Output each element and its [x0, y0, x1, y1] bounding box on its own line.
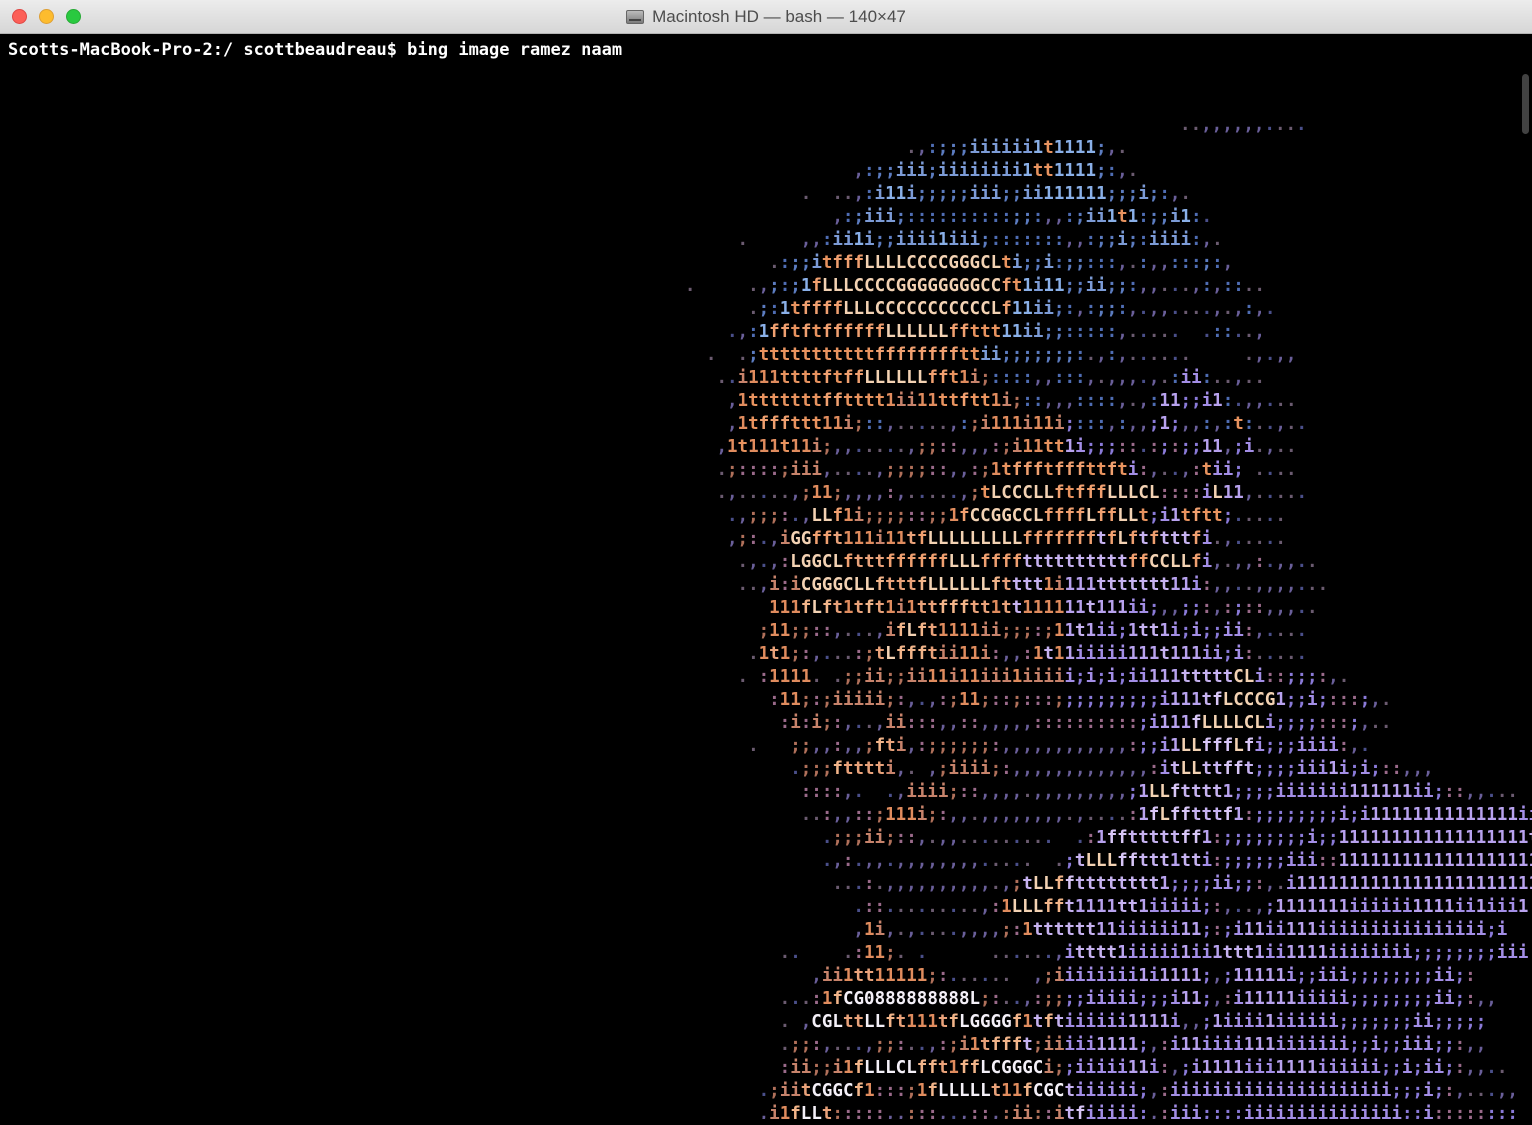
- ascii-art-line: .;;;ii;::,.,,......... .:1fftttttff1:;;;…: [821, 828, 1532, 848]
- ascii-art-line: ,;:.,iGGfft111i11tfLLLLLLLLLffffffftfLft…: [726, 529, 1286, 549]
- ascii-art-line: ...:.,,,,,,,,,,.,;tLLfftttttttt1;;;;ii;;…: [832, 874, 1532, 894]
- terminal-content[interactable]: Scotts-MacBook-Pro-2:/ scottbeaudreau$ b…: [0, 34, 1532, 1125]
- ascii-art-line: . .,;:;1fLLLCCCCGGGGGGGGCCft1i11;;ii;;:,…: [684, 276, 1265, 296]
- ascii-art-line: .,:1fftftffffffLLLLLLffttt11ii;;:::::,..…: [726, 322, 1265, 342]
- hard-drive-icon: [626, 10, 645, 24]
- ascii-art-line: ..,,,,,,....: [1180, 115, 1307, 135]
- title-bar[interactable]: Macintosh HD — bash — 140×47: [0, 0, 1532, 34]
- ascii-art-line: .;;:,...,;;:..,:;i1tffft;iiiii1111;,:i11…: [779, 1035, 1487, 1055]
- ascii-art-line: .,.....,;11;,,,,:,.....,;tLCCCLLftfffLLL…: [716, 483, 1308, 503]
- ascii-art-line: ..,i:iCGGGCLLftttfLLLLLLftttt1i111tttttt…: [737, 575, 1329, 595]
- ascii-art-line: .,.,:LGGCLftttffffffLLLffffttttttttttffC…: [737, 552, 1318, 572]
- ascii-art-line: ,1t111t11i;,,.....,;;::,,,:;i11tt1i;;;::…: [716, 437, 1297, 457]
- ascii-art-line: . :1111. .;;ii;;ii11i11iii1iiiii;i;i;ii1…: [737, 667, 1350, 687]
- ascii-art-line: ,1tfffttt11i;::,.....,:;i111i11i;:::,:,,…: [726, 414, 1308, 434]
- ascii-art-line: ,ii1tt11111;:...... ,;iiiiiiii1i1111;,;1…: [811, 966, 1476, 986]
- ascii-art-line: .;iitCGGCf1:::;1fLLLLLt11fCGCtiiiiii;,:i…: [758, 1081, 1518, 1101]
- ascii-art-line: ..:,,::;111i;:,,.,,,,,,,,.,....:1fLffttt…: [800, 805, 1532, 825]
- ascii-art-line: :ii;;i1fLLLCLfft1ffLCGGGCi;;iiiii11i:,;i…: [779, 1058, 1508, 1078]
- ascii-art-line: ,1tttttttfftttt1ii11ttftt1i;::,,,::::,.,…: [726, 391, 1297, 411]
- ascii-art-output: ..,,,,,,.... .,:;;;iiiiii1t1111;,. ,:;;i…: [0, 114, 1532, 1119]
- ascii-art-line: :11;:;iiiii;:,.,:;11;::;:::;;;;;;;;;;i11…: [769, 690, 1392, 710]
- ascii-art-line: ::::,. .,iiii;::,,,,.,,,,,,,,,;1LLftttt1…: [800, 782, 1518, 802]
- ascii-art-line: 111fLft1tft1i1ttffftt1tt111111t111ii;,,;…: [769, 598, 1318, 618]
- ascii-art-line: ,i1fLLt;::::,,;::,.,::,;ii;:itfiiiii;,:i…: [758, 1104, 1518, 1119]
- ascii-art-line: .,;;;:.,LLf1i;;;;::;;1fCCGGCCLffffLffLLt…: [726, 506, 1286, 526]
- ascii-art-line: .;;;ftttti,. ,;iiii;:,,,,,,,,,,,,,:itLLt…: [790, 759, 1434, 779]
- ascii-art-line: . ,CGLttLLft111tfLGGGGf1tftiiiiii1111i,,…: [779, 1012, 1487, 1032]
- ascii-art-line: .,:.,,.,,,,,,,,..... .;tLLLffttt1tti:;;;…: [821, 851, 1532, 871]
- terminal-window: Macintosh HD — bash — 140×47 Scotts-MacB…: [0, 0, 1532, 1125]
- ascii-art-line: ,:;iii;::::::::::;;:,,:;ii1t1:;;i1:.: [832, 207, 1213, 227]
- ascii-art-line: ,1i,.,....,,,,;:1tttttt11iiiiii11;:;i11i…: [853, 920, 1508, 940]
- ascii-art-line: ;11;;::,...,ifLft1111ii;;;:;11t1ii;1tt1i…: [758, 621, 1308, 641]
- scrollbar[interactable]: [1522, 74, 1529, 134]
- ascii-art-line: ..i111ttttftffLLLLLLfft1i;::::,,:::,.,,,…: [716, 368, 1265, 388]
- ascii-art-line: . ;;,,:,,;fti,:;;;;;;:,,,,,,,,,,,,:;;i1L…: [748, 736, 1371, 756]
- window-title-text: Macintosh HD — bash — 140×47: [652, 7, 906, 26]
- ascii-art-line: .;:1tffffLLLCCCCCCCCCCCLf11ii;:,:;;:,.,,…: [748, 299, 1276, 319]
- ascii-art-line: .;::::;iii,....,;;;;::,,:;1tffftfffttfti…: [716, 460, 1297, 480]
- command-prompt-line: Scotts-MacBook-Pro-2:/ scottbeaudreau$ b…: [8, 40, 623, 60]
- ascii-art-line: :i:i;:,..,ii:::,,::,,,,,::::::::::;i111f…: [779, 713, 1392, 733]
- ascii-art-line: . .;tttttttttttffffffffttii;;;;;;;:.,:,.…: [705, 345, 1297, 365]
- ascii-art-line: .,:;;;iiiiii1t1111;,.: [906, 138, 1128, 158]
- window-title: Macintosh HD — bash — 140×47: [0, 0, 1532, 34]
- ascii-art-line: . ..,:i11i;;;;;iii;;ii111111;;;i;:,.: [800, 184, 1191, 204]
- ascii-art-line: .1t1;:,...:;tLffftii11i:,,:1t11iiiii111t…: [748, 644, 1308, 664]
- ascii-art-line: ...:1fCG0888888888L;:..,:;;;;iiiii;;;i11…: [779, 989, 1497, 1009]
- ascii-art-line: .:;;itfffLLLLCCCCGGGCLti;;i:;;:::,.:,,::…: [769, 253, 1234, 273]
- ascii-art-line: . ,,:ii1i;;iiii1iii;:::::::,,:;;i;:iiii:…: [737, 230, 1223, 250]
- ascii-art-line: ,:;;iii;iiiiiiii1tt1111;:,.: [853, 161, 1139, 181]
- ascii-art-line: .. .:11;. . ......,itttt1iiiii1ii1ttt1ii…: [779, 943, 1529, 963]
- ascii-art-line: .::.........,:1LLLfft1111tt1iiiii;:,..,;…: [853, 897, 1529, 917]
